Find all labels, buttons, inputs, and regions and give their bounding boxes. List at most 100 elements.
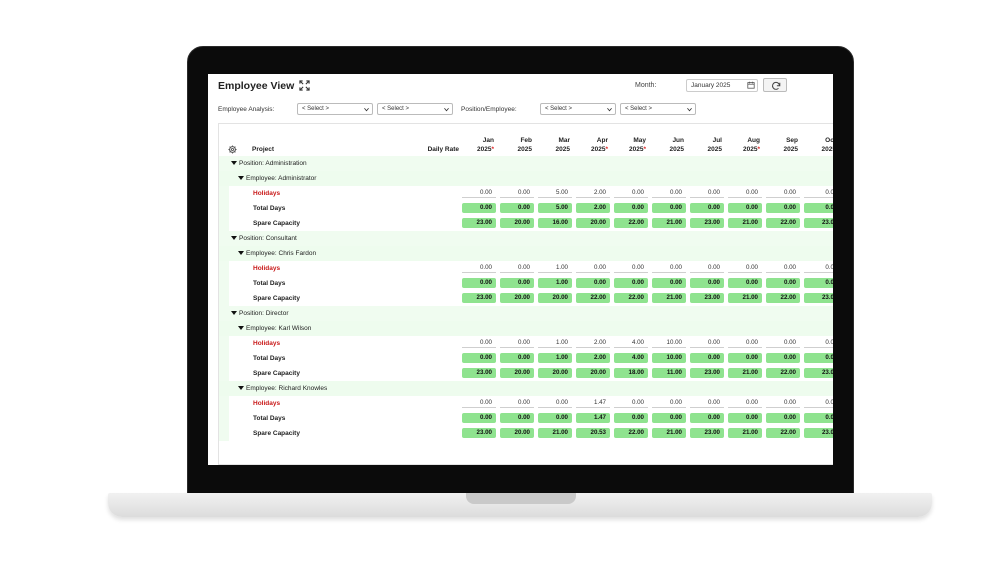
value-cell[interactable]: 0.00	[500, 398, 534, 408]
collapse-triangle-icon[interactable]	[238, 176, 244, 180]
employee-group-label[interactable]: Employee: Chris Fardon	[238, 250, 316, 257]
value-cell: 0.00	[614, 413, 648, 423]
employee-group-label[interactable]: Employee: Administrator	[238, 175, 316, 182]
value-cell[interactable]: 5.00	[538, 188, 572, 198]
value-cell[interactable]: 0.00	[652, 188, 686, 198]
month-name: Aug	[747, 137, 760, 144]
value-cell: 0.00	[728, 203, 762, 213]
position-group-label[interactable]: Position: Consultant	[231, 235, 297, 242]
value-cell[interactable]: 1.47	[576, 398, 610, 408]
chevron-down-icon	[687, 107, 692, 112]
value-cell[interactable]: 0.00	[766, 188, 800, 198]
value-cell[interactable]: 0.0	[804, 263, 833, 273]
value-cell[interactable]: 0.00	[690, 188, 724, 198]
value-cell[interactable]: 0.00	[614, 263, 648, 273]
collapse-triangle-icon[interactable]	[231, 311, 237, 315]
value-cell: 22.00	[766, 428, 800, 438]
value-cell[interactable]: 0.00	[690, 338, 724, 348]
position-employee-label: Position/Employee:	[461, 106, 517, 113]
collapse-triangle-icon[interactable]	[231, 236, 237, 240]
value-cell: 20.00	[500, 293, 534, 303]
value-cell: 21.00	[728, 428, 762, 438]
value-cell[interactable]: 0.00	[538, 398, 572, 408]
value-cell[interactable]: 1.00	[538, 338, 572, 348]
value-cell[interactable]: 0.00	[614, 398, 648, 408]
value-cell: 22.00	[766, 368, 800, 378]
value-cell[interactable]: 0.00	[728, 263, 762, 273]
value-cell[interactable]: 0.00	[652, 398, 686, 408]
metric-label: Spare Capacity	[253, 220, 300, 227]
value-cell: 0.00	[500, 278, 534, 288]
month-value: January 2025	[691, 82, 731, 89]
value-cell: 20.00	[500, 428, 534, 438]
value-cell: 0.0	[804, 353, 833, 363]
month-year: 2025*	[477, 146, 494, 153]
employee-group-row: Employee: Chris Fardon	[219, 246, 833, 261]
month-year: 2025*	[629, 146, 646, 153]
value-cell[interactable]: 0.00	[462, 263, 496, 273]
employee-group-label[interactable]: Employee: Karl Wilson	[238, 325, 311, 332]
collapse-triangle-icon[interactable]	[231, 161, 237, 165]
chevron-down-icon	[364, 107, 369, 112]
value-cell[interactable]: 0.00	[576, 263, 610, 273]
value-cell[interactable]: 2.00	[576, 188, 610, 198]
position-group-label[interactable]: Position: Director	[231, 310, 289, 317]
calendar-icon[interactable]	[747, 81, 755, 89]
value-cell[interactable]: 0.00	[462, 188, 496, 198]
value-cell[interactable]: 0.00	[690, 398, 724, 408]
collapse-triangle-icon[interactable]	[238, 326, 244, 330]
value-cell: 0.00	[766, 203, 800, 213]
value-cell: 0.00	[690, 413, 724, 423]
refresh-button[interactable]	[763, 78, 787, 92]
collapse-triangle-icon[interactable]	[238, 386, 244, 390]
group-label-text: Employee: Chris Fardon	[246, 250, 317, 257]
expand-icon[interactable]	[299, 80, 310, 91]
gear-icon[interactable]	[228, 145, 237, 154]
employee-analysis-select-1[interactable]: < Select >	[297, 103, 373, 115]
row-gutter	[219, 351, 229, 366]
value-cell: 2.00	[576, 203, 610, 213]
value-cell[interactable]: 0.00	[652, 263, 686, 273]
value-cell[interactable]: 0.00	[766, 263, 800, 273]
value-cell[interactable]: 4.00	[614, 338, 648, 348]
value-cell[interactable]: 0.00	[500, 188, 534, 198]
value-cell[interactable]: 0.00	[728, 398, 762, 408]
collapse-triangle-icon[interactable]	[238, 251, 244, 255]
metric-row-total: Total Days 0.00 0.00 1.00 2.00 4.00 10.00 0.00 0…	[219, 351, 833, 366]
position-employee-select-1[interactable]: < Select >	[540, 103, 616, 115]
value-cell[interactable]: 0.0	[804, 398, 833, 408]
value-cell: 22.00	[766, 293, 800, 303]
month-year: 2025	[821, 146, 833, 153]
value-cell[interactable]: 0.0	[804, 188, 833, 198]
value-cell[interactable]: 0.00	[728, 338, 762, 348]
employee-group-label[interactable]: Employee: Richard Knowles	[238, 385, 327, 392]
row-gutter	[219, 366, 229, 381]
value-cell[interactable]: 0.00	[766, 338, 800, 348]
month-year: 2025	[707, 146, 722, 153]
value-cell: 0.00	[462, 278, 496, 288]
position-employee-select-2[interactable]: < Select >	[620, 103, 696, 115]
value-cell[interactable]: 0.00	[500, 263, 534, 273]
value-cell[interactable]: 0.00	[690, 263, 724, 273]
value-cell[interactable]: 0.00	[766, 398, 800, 408]
month-header: Sep 2025	[762, 136, 798, 154]
value-cell: 21.00	[652, 218, 686, 228]
month-header: Jan 2025*	[458, 136, 494, 154]
value-cell: 21.00	[538, 428, 572, 438]
value-cell[interactable]: 2.00	[576, 338, 610, 348]
position-group-label[interactable]: Position: Administration	[231, 160, 307, 167]
value-cell[interactable]: 0.00	[500, 338, 534, 348]
row-gutter	[219, 291, 229, 306]
row-gutter	[219, 216, 229, 231]
value-cell: 4.00	[614, 353, 648, 363]
value-cell[interactable]: 0.00	[462, 398, 496, 408]
employee-analysis-select-2[interactable]: < Select >	[377, 103, 453, 115]
value-cell[interactable]: 0.00	[462, 338, 496, 348]
value-cell: 23.00	[690, 218, 724, 228]
value-cell[interactable]: 10.00	[652, 338, 686, 348]
value-cell[interactable]: 0.0	[804, 338, 833, 348]
row-gutter	[219, 261, 229, 276]
value-cell[interactable]: 0.00	[614, 188, 648, 198]
value-cell[interactable]: 1.00	[538, 263, 572, 273]
value-cell[interactable]: 0.00	[728, 188, 762, 198]
